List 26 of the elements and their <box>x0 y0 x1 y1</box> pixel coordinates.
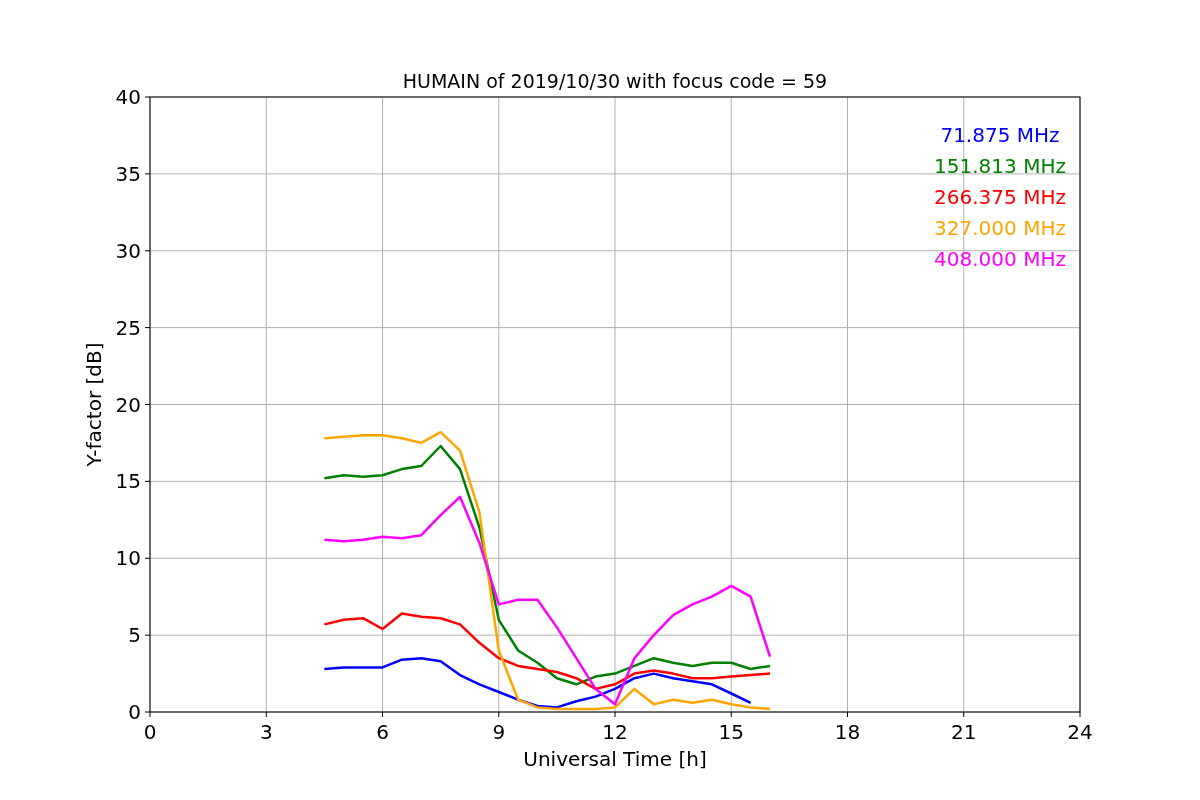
tick-label: 6 <box>376 720 389 744</box>
tick-label: 21 <box>951 720 977 744</box>
tick-label: 0 <box>128 700 141 724</box>
tick-label: 30 <box>115 238 141 263</box>
legend-label: 266.375 MHz <box>934 185 1066 209</box>
y-axis-label: Y-factor [dB] <box>82 342 106 467</box>
chart-title: HUMAIN of 2019/10/30 with focus code = 59 <box>402 70 828 92</box>
x-axis-label: Universal Time [h] <box>523 747 707 771</box>
tick-label: 25 <box>115 315 141 340</box>
legend-label: 327.000 MHz <box>934 216 1066 240</box>
tick-label: 15 <box>115 469 141 494</box>
tick-label: 18 <box>834 720 861 744</box>
tick-label: 9 <box>492 720 506 744</box>
tick-label: 15 <box>718 720 744 744</box>
tick-label: 10 <box>115 546 141 571</box>
tick-label: 20 <box>115 392 141 417</box>
tick-label: 35 <box>115 161 141 186</box>
legend-label: 408.000 MHz <box>934 247 1066 271</box>
tick-label: 3 <box>259 720 273 744</box>
tick-label: 24 <box>1067 720 1093 744</box>
tick-label: 0 <box>143 720 157 744</box>
legend-label: 71.875 MHz <box>940 123 1060 147</box>
legend-label: 151.813 MHz <box>934 154 1066 178</box>
tick-label: 40 <box>115 85 141 109</box>
tick-label: 5 <box>128 623 141 648</box>
tick-label: 12 <box>602 720 628 744</box>
